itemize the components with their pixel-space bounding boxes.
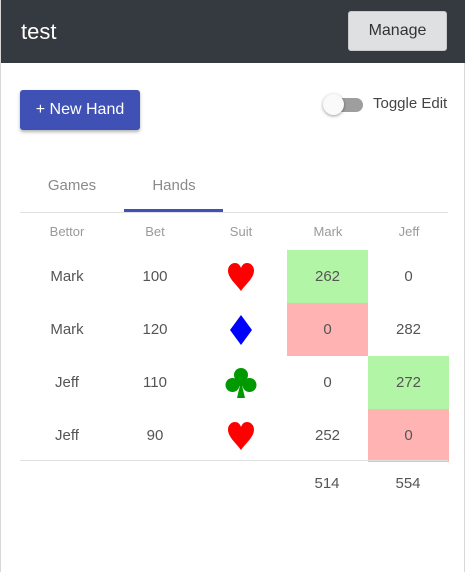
bettor-cell: Mark [50, 321, 84, 338]
manage-button[interactable]: Manage [348, 11, 447, 51]
table-row[interactable]: Jeff 110 0 272 [20, 356, 449, 409]
bet-cell: 120 [142, 321, 168, 338]
bettor-cell: Jeff [55, 374, 79, 391]
heart-icon [228, 262, 254, 291]
jeff-score-cell: 0 [368, 409, 449, 462]
mark-score-cell: 0 [323, 374, 332, 391]
heart-icon [228, 421, 254, 450]
header-mark: Mark [313, 224, 343, 239]
app-frame: test Manage + New Hand Toggle Edit Games… [0, 0, 465, 572]
diamond-icon [230, 314, 252, 345]
table-header: Bettor Bet Suit Mark Jeff [20, 213, 448, 250]
header-bet: Bet [145, 224, 165, 239]
tab-bar: Games Hands [20, 170, 448, 213]
tab-games[interactable]: Games [22, 170, 122, 212]
top-bar: test Manage [1, 0, 465, 63]
bettor-cell: Mark [50, 268, 84, 285]
toggle-edit-switch[interactable] [323, 94, 363, 115]
club-icon [225, 367, 257, 398]
mark-score-cell: 0 [287, 303, 368, 356]
mark-score-cell: 252 [314, 427, 341, 444]
suit-cell [201, 250, 281, 303]
new-hand-button[interactable]: + New Hand [20, 90, 140, 130]
table-row[interactable]: Jeff 90 252 0 [20, 409, 449, 462]
mark-total: 514 [314, 475, 340, 492]
toggle-knob [323, 94, 344, 115]
bet-cell: 90 [146, 427, 164, 444]
bet-cell: 100 [142, 268, 168, 285]
totals-row: 514 554 [20, 460, 448, 505]
hands-table: Bettor Bet Suit Mark Jeff Mark 100 262 0… [20, 213, 449, 462]
toggle-edit-label: Toggle Edit [373, 95, 448, 112]
table-row[interactable]: Mark 120 0 282 [20, 303, 448, 356]
active-tab-indicator [124, 209, 223, 212]
table-row[interactable]: Mark 100 262 0 [20, 250, 448, 303]
header-suit: Suit [229, 224, 253, 239]
jeff-score-cell: 282 [395, 321, 422, 338]
jeff-score-cell: 0 [404, 268, 413, 285]
suit-cell [201, 356, 281, 409]
tab-hands[interactable]: Hands [124, 170, 224, 212]
bettor-cell: Jeff [55, 427, 79, 444]
header-bettor: Bettor [49, 224, 85, 239]
app-title: test [21, 19, 57, 44]
jeff-score-cell: 272 [368, 356, 449, 409]
mark-score-cell: 262 [287, 250, 368, 303]
header-jeff: Jeff [398, 224, 420, 239]
suit-cell [201, 303, 281, 356]
suit-cell [201, 409, 281, 462]
bet-cell: 110 [143, 374, 167, 391]
jeff-total: 554 [395, 475, 421, 492]
